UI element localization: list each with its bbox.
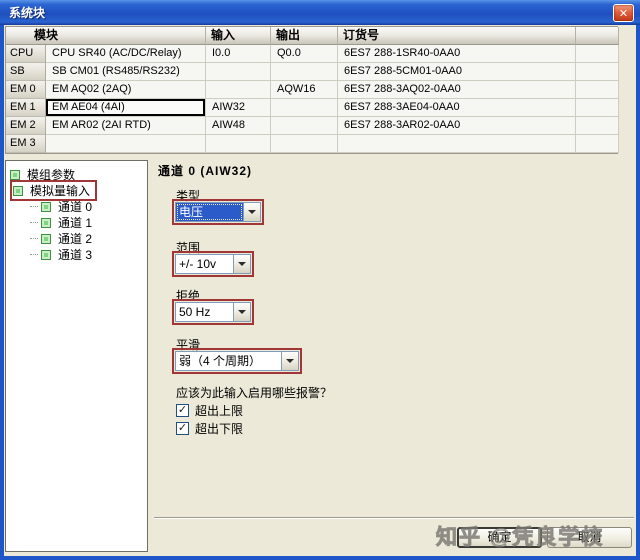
checkbox-box[interactable]: ✓	[176, 404, 189, 417]
input-cell	[206, 81, 271, 99]
dropdown-button[interactable]	[233, 255, 250, 273]
column-header-output: 输出	[271, 27, 338, 45]
tree-item-channel-0[interactable]: 通道 0	[10, 199, 145, 214]
title-bar: 系统块	[0, 0, 640, 25]
tree-node-icon	[10, 170, 20, 180]
annotation-highlight-box: 电压	[172, 199, 264, 225]
alarm-question-text: 应该为此输入启用哪些报警？	[176, 384, 332, 401]
tree-item-channel-1[interactable]: 通道 1	[10, 215, 145, 230]
module-cell-selected[interactable]: EM AE04 (4AI)	[46, 99, 206, 117]
tree-node-icon	[41, 202, 51, 212]
chevron-down-icon	[238, 310, 246, 314]
blank-cell	[576, 45, 619, 63]
tree-node-icon	[41, 218, 51, 228]
range-dropdown[interactable]: +/- 10v	[175, 254, 251, 274]
order-cell	[338, 135, 576, 153]
tree-node-icon	[41, 250, 51, 260]
chevron-down-icon	[286, 359, 294, 363]
window-title: 系统块	[0, 4, 45, 21]
annotation-highlight-box: 50 Hz	[172, 299, 254, 325]
dropdown-button[interactable]	[233, 303, 250, 321]
tree-item-channel-2[interactable]: 通道 2	[10, 231, 145, 246]
module-cell[interactable]: EM AQ02 (2AQ)	[46, 81, 206, 99]
output-cell	[271, 99, 338, 117]
input-cell: AIW48	[206, 117, 271, 135]
module-cell[interactable]: SB CM01 (RS485/RS232)	[46, 63, 206, 81]
button-separator	[154, 517, 634, 519]
blank-cell	[576, 135, 619, 153]
column-header-module: 模块	[6, 27, 206, 45]
tree-item-channel-3[interactable]: 通道 3	[10, 247, 145, 262]
chevron-down-icon	[238, 262, 246, 266]
input-cell: AIW32	[206, 99, 271, 117]
chevron-down-icon	[248, 210, 256, 214]
output-cell	[271, 63, 338, 81]
output-cell	[271, 135, 338, 153]
tree-item-analog-input[interactable]: 模拟量输入	[10, 183, 145, 198]
input-cell: I0.0	[206, 45, 271, 63]
blank-cell	[576, 63, 619, 81]
checkbox-box[interactable]: ✓	[176, 422, 189, 435]
channel-panel-title: 通道 0 (AIW32)	[158, 162, 252, 179]
row-header-em3[interactable]: EM 3	[6, 135, 46, 153]
checkmark-icon: ✓	[178, 423, 187, 434]
annotation-highlight-box: 弱（4 个周期）	[172, 348, 302, 374]
row-header-em1[interactable]: EM 1	[6, 99, 46, 117]
input-cell	[206, 135, 271, 153]
module-table: 模块 输入 输出 订货号 CPU CPU SR40 (AC/DC/Relay) …	[5, 26, 618, 154]
order-cell: 6ES7 288-1SR40-0AA0	[338, 45, 576, 63]
row-header-em2[interactable]: EM 2	[6, 117, 46, 135]
type-dropdown[interactable]: 电压	[175, 202, 261, 222]
row-header-em0[interactable]: EM 0	[6, 81, 46, 99]
checkbox-label: 超出上限	[195, 402, 243, 419]
column-header-blank	[576, 27, 619, 45]
tree-node-icon	[41, 234, 51, 244]
output-cell: AQW16	[271, 81, 338, 99]
row-header-sb[interactable]: SB	[6, 63, 46, 81]
order-cell: 6ES7 288-3AQ02-0AA0	[338, 81, 576, 99]
input-cell	[206, 63, 271, 81]
smoothing-dropdown[interactable]: 弱（4 个周期）	[175, 351, 299, 371]
rejection-dropdown[interactable]: 50 Hz	[175, 302, 251, 322]
dropdown-button[interactable]	[243, 203, 260, 221]
module-cell[interactable]: EM AR02 (2AI RTD)	[46, 117, 206, 135]
blank-cell	[576, 117, 619, 135]
column-header-order: 订货号	[338, 27, 576, 45]
order-cell: 6ES7 288-5CM01-0AA0	[338, 63, 576, 81]
settings-tree: 模组参数 模拟量输入 通道 0 通道 1 通道 2 通道 3	[5, 160, 148, 552]
checkbox-lower-limit[interactable]: ✓ 超出下限	[176, 420, 243, 437]
output-cell: Q0.0	[271, 45, 338, 63]
blank-cell	[576, 81, 619, 99]
checkmark-icon: ✓	[178, 405, 187, 416]
output-cell	[271, 117, 338, 135]
order-cell: 6ES7 288-3AR02-0AA0	[338, 117, 576, 135]
module-cell[interactable]	[46, 135, 206, 153]
row-header-cpu[interactable]: CPU	[6, 45, 46, 63]
column-header-input: 输入	[206, 27, 271, 45]
close-button[interactable]: ✕	[613, 4, 634, 22]
order-cell: 6ES7 288-3AE04-0AA0	[338, 99, 576, 117]
system-block-dialog: 系统块 ✕ 模块 输入 输出 订货号 CPU CPU SR40 (AC/DC/R…	[0, 0, 640, 560]
checkbox-label: 超出下限	[195, 420, 243, 437]
cancel-button[interactable]: 取消	[547, 527, 632, 548]
close-icon: ✕	[619, 7, 628, 20]
tree-node-icon	[13, 186, 23, 196]
checkbox-upper-limit[interactable]: ✓ 超出上限	[176, 402, 243, 419]
blank-cell	[576, 99, 619, 117]
annotation-highlight-box: +/- 10v	[172, 251, 254, 277]
dropdown-button[interactable]	[281, 352, 298, 370]
ok-button[interactable]: 确定	[457, 527, 542, 548]
module-cell[interactable]: CPU SR40 (AC/DC/Relay)	[46, 45, 206, 63]
